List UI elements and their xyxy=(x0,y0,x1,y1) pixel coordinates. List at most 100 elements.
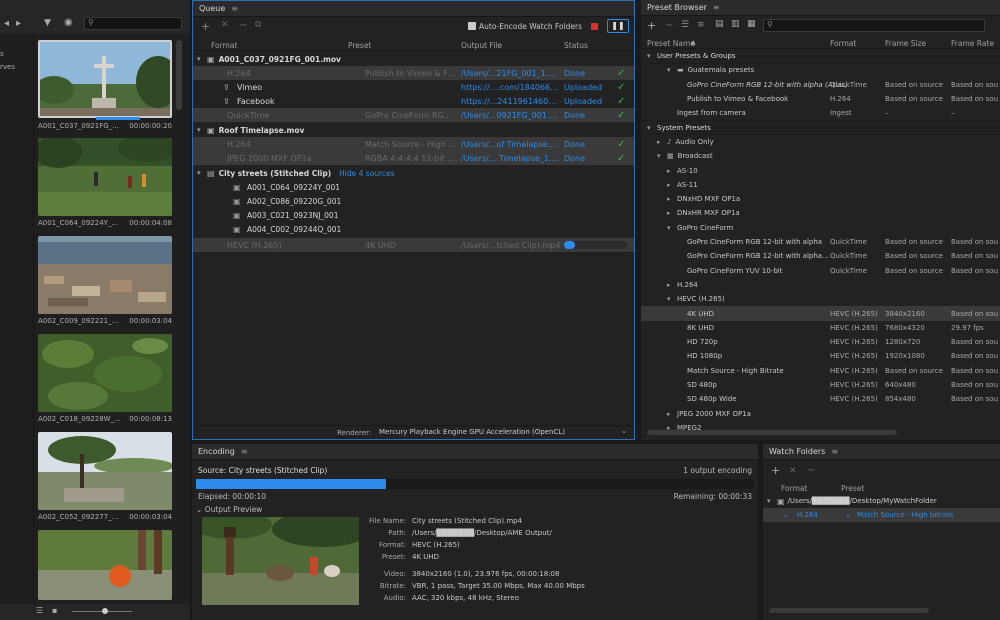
preset-row[interactable]: GoPro CineForm RGB 12-bit with alpha Quic… xyxy=(641,235,1000,249)
back-arrow-icon[interactable]: ◂ xyxy=(4,18,9,29)
column-format[interactable]: Format xyxy=(781,484,807,493)
column-frame-rate[interactable]: Frame Rate xyxy=(951,39,994,48)
preset-row[interactable]: ▸ JPEG 2000 MXF OP1a xyxy=(641,407,1000,421)
chevron-down-icon[interactable]: ▾ xyxy=(667,224,677,232)
renderer-dropdown[interactable]: Mercury Playback Engine GPU Acceleration… xyxy=(375,427,631,438)
media-scrollbar[interactable] xyxy=(176,40,182,110)
export-icon[interactable]: ▦ xyxy=(747,19,756,29)
watch-folder-row[interactable]: ▾ ▣ /Users/███████/Desktop/MyWatchFolder xyxy=(763,494,1000,508)
column-preset[interactable]: Preset xyxy=(348,41,371,50)
collapse-icon[interactable]: ▾ xyxy=(197,169,207,177)
format-value[interactable]: HEVC (H.265) xyxy=(227,241,337,250)
media-thumbnail[interactable] xyxy=(38,138,172,216)
panel-menu-icon[interactable]: ≡ xyxy=(241,447,248,456)
preset-row[interactable]: GoPro CineForm RGB 12-bit with alpha (At… xyxy=(641,78,1000,92)
panel-menu-icon[interactable]: ≡ xyxy=(831,447,838,456)
format-value[interactable]: H.264 xyxy=(227,140,337,149)
stitched-source-row[interactable]: ▣ A003_C021_0923NJ_001 xyxy=(193,208,634,222)
output-file-link[interactable]: https://...24119614602283 xyxy=(461,97,561,106)
add-folder-icon[interactable]: + xyxy=(771,464,780,477)
preset-value[interactable]: 4K UHD xyxy=(365,241,457,250)
preset-row[interactable]: ▾ ▬ Guatemala presets xyxy=(641,63,1000,77)
collapse-icon[interactable]: ▾ xyxy=(197,126,207,134)
stitched-source-row[interactable]: ▣ A004_C002_09244Q_001 xyxy=(193,222,634,236)
auto-encode-checkbox[interactable] xyxy=(468,22,476,30)
list-view-icon[interactable]: ☰ xyxy=(36,606,43,615)
preset-row[interactable]: ▸ AS-11 xyxy=(641,178,1000,192)
output-file-link[interactable]: /Users/...21FG_001_1.mp4 xyxy=(461,69,561,78)
queue-output-row[interactable]: H.264 Match Source - High bitra... /User… xyxy=(193,137,634,151)
chevron-down-icon[interactable]: ▾ xyxy=(647,52,657,60)
preset-row[interactable]: SD 480p Wide HEVC (H.265) 854x480 Based on … xyxy=(641,392,1000,406)
format-value[interactable]: H.264 xyxy=(227,69,337,78)
minus-icon[interactable]: − xyxy=(239,20,247,31)
media-thumbnail[interactable] xyxy=(38,40,172,118)
preset-search-input[interactable]: ⚲ xyxy=(763,19,985,32)
chevron-down-icon[interactable]: ⌄ xyxy=(845,511,851,519)
add-source-icon[interactable]: + xyxy=(201,20,210,33)
zoom-slider[interactable] xyxy=(72,608,132,614)
watch-scrollbar[interactable] xyxy=(769,608,929,613)
pause-button[interactable]: ❚❚ xyxy=(607,19,629,33)
remove-folder-icon[interactable]: ✕ xyxy=(789,466,797,476)
preset-row[interactable]: ▸ AS-10 xyxy=(641,163,1000,177)
preset-category-row[interactable]: ▾ User Presets & Groups xyxy=(641,49,1000,63)
chevron-right-icon[interactable]: ▸ xyxy=(667,281,677,289)
preset-row[interactable]: ▾ GoPro CineForm xyxy=(641,221,1000,235)
queue-output-row[interactable]: HEVC (H.265) 4K UHD /Users/...tched Clip… xyxy=(193,238,634,252)
preset-scrollbar[interactable] xyxy=(647,430,897,435)
preset-row[interactable]: ▾ ▦ Broadcast xyxy=(641,149,1000,163)
output-file-link[interactable]: https://....com/184066142 xyxy=(461,83,561,92)
zoom-slider-handle[interactable] xyxy=(102,608,108,614)
preset-row[interactable]: Publish to Vimeo & Facebook H.264 Based on… xyxy=(641,92,1000,106)
minus-icon[interactable]: − xyxy=(807,465,815,476)
queue-destination-row[interactable]: ⇪ Vimeo https://....com/184066142 Upload… xyxy=(193,80,634,94)
collapse-icon[interactable]: ▾ xyxy=(767,497,777,505)
queue-source-row[interactable]: ▾ ▤ City streets (Stitched Clip) Hide 4 … xyxy=(193,166,634,180)
panel-menu-icon[interactable]: ≡ xyxy=(713,3,720,12)
remove-icon[interactable]: ✕ xyxy=(221,20,229,30)
column-preset[interactable]: Preset xyxy=(841,484,864,493)
import-icon[interactable]: ▥ xyxy=(731,19,740,29)
media-thumbnail[interactable] xyxy=(38,530,172,600)
format-value[interactable]: JPEG 2000 MXF OP1a xyxy=(227,154,337,163)
eye-icon[interactable]: ◉ xyxy=(64,17,73,28)
output-file-link[interactable]: /Users/...of Timelapse.mp4 xyxy=(461,140,561,149)
preset-row[interactable]: ▸ DNxHR MXF OP1a xyxy=(641,206,1000,220)
format-value[interactable]: QuickTime xyxy=(227,111,337,120)
queue-source-row[interactable]: ▾ ▣ Roof Timelapse.mov xyxy=(193,123,634,137)
panel-menu-icon[interactable]: ≡ xyxy=(231,4,238,13)
preset-row[interactable]: SD 480p HEVC (H.265) 640x480 Based on sou xyxy=(641,378,1000,392)
preset-row[interactable]: Ingest from camera Ingest – – xyxy=(641,106,1000,120)
duplicate-icon[interactable]: ⧉ xyxy=(255,20,261,30)
preset-row[interactable]: HD 720p HEVC (H.265) 1280x720 Based on sou xyxy=(641,335,1000,349)
watch-format-value[interactable]: H.264 xyxy=(797,511,818,519)
preset-value[interactable]: RGBA 4:4:4:4 12-bit (BC... xyxy=(365,154,457,163)
column-output-file[interactable]: Output File xyxy=(461,41,502,50)
queue-output-row[interactable]: QuickTime GoPro CineForm RGB 12... /User… xyxy=(193,108,634,122)
preset-row[interactable]: GoPro CineForm YUV 10-bit QuickTime Based … xyxy=(641,264,1000,278)
preset-row[interactable]: ▸ DNxHD MXF OP1a xyxy=(641,192,1000,206)
column-preset-name[interactable]: Preset Name xyxy=(647,39,695,48)
column-format[interactable]: Format xyxy=(830,39,856,48)
column-frame-size[interactable]: Frame Size xyxy=(885,39,926,48)
forward-arrow-icon[interactable]: ▸ xyxy=(16,18,21,29)
filter-icon[interactable]: ▼ xyxy=(44,18,51,28)
chevron-down-icon[interactable]: ⌄ xyxy=(783,511,789,519)
preset-value[interactable]: GoPro CineForm RGB 12... xyxy=(365,111,457,120)
media-thumbnail[interactable] xyxy=(38,432,172,510)
column-format[interactable]: Format xyxy=(211,41,237,50)
new-group-icon[interactable]: ▤ xyxy=(715,19,724,29)
preset-row[interactable]: GoPro CineForm RGB 12-bit with alpha... Q… xyxy=(641,249,1000,263)
preset-row[interactable]: Match Source - High Bitrate HEVC (H.265) B… xyxy=(641,364,1000,378)
preset-row[interactable]: 4K UHD HEVC (H.265) 3840x2160 Based on sou xyxy=(641,306,1000,321)
preset-category-row[interactable]: ▾ System Presets xyxy=(641,121,1000,135)
add-preset-icon[interactable]: + xyxy=(647,19,656,32)
preset-row[interactable]: ▸ ♪ Audio Only xyxy=(641,135,1000,149)
stop-button[interactable] xyxy=(591,23,598,30)
stitched-source-row[interactable]: ▣ A002_C086_09220G_001 xyxy=(193,194,634,208)
chevron-right-icon[interactable]: ▸ xyxy=(667,195,677,203)
chevron-right-icon[interactable]: ▸ xyxy=(667,209,677,217)
preset-value[interactable]: Match Source - High bitra... xyxy=(365,140,457,149)
stitched-source-row[interactable]: ▣ A001_C064_09224Y_001 xyxy=(193,180,634,194)
